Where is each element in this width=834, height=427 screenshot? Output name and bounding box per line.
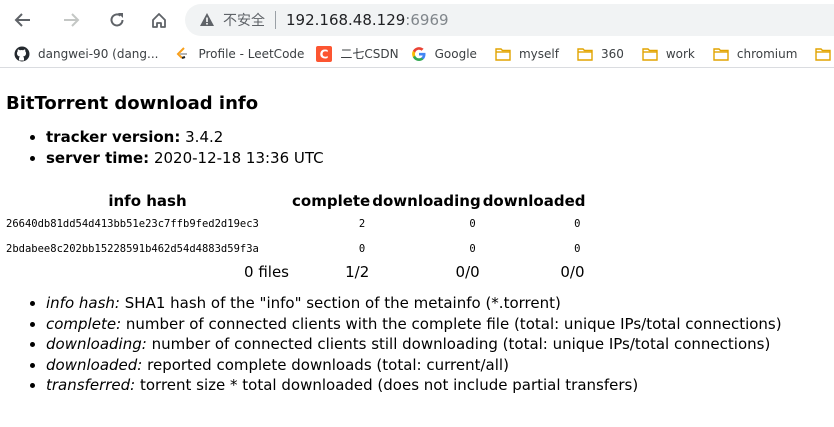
reload-button[interactable] <box>97 0 137 40</box>
folder-icon <box>577 46 593 62</box>
total-downloading-cell: 0/0 <box>455 263 480 281</box>
address-bar[interactable]: 不安全 192.168.48.129:6969 <box>185 4 834 36</box>
folder-icon <box>642 46 658 62</box>
legend-desc: number of connected clients still downlo… <box>151 335 771 353</box>
bookmark-label: work <box>665 46 695 61</box>
torrent-table: info hash complete downloading downloade… <box>4 190 586 283</box>
warning-icon <box>199 12 215 28</box>
bookmark-leetcode[interactable]: Profile - LeetCode <box>168 42 310 66</box>
github-icon <box>14 46 30 62</box>
bookmark-label: myself <box>518 46 559 61</box>
legend-desc: SHA1 hash of the "info" section of the m… <box>124 294 561 312</box>
bookmark-google[interactable]: Google <box>405 42 483 66</box>
legend-term: complete: <box>46 314 122 333</box>
column-header-downloaded: downloaded <box>482 191 586 210</box>
bookmark-label: 二七CSDN <box>340 47 399 61</box>
reload-icon <box>110 13 124 27</box>
server-time-item: server time: 2020-12-18 13:36 UTC <box>46 148 834 169</box>
legend-term: downloaded: <box>46 355 143 374</box>
bookmark-label: 360 <box>600 46 624 61</box>
complete-cell: 2 <box>358 217 366 230</box>
column-header-info-hash: info hash <box>108 191 187 210</box>
address-separator <box>275 11 276 29</box>
folder-icon <box>713 46 729 62</box>
forward-button[interactable] <box>51 0 91 40</box>
home-button[interactable] <box>139 0 179 40</box>
folder-icon <box>815 46 832 62</box>
downloading-cell: 0 <box>469 242 476 255</box>
downloading-cell: 0 <box>469 217 476 230</box>
info-label: server time: <box>46 149 150 167</box>
arrow-right-icon <box>64 13 80 27</box>
legend-term: downloading: <box>46 335 147 353</box>
bookmarks-bar: dangwei-90 (dang... Profile - LeetCode C… <box>0 40 834 68</box>
tracker-info-list: tracker version: 3.4.2 server time: 2020… <box>6 127 834 169</box>
totals-row: 0 files 1/2 0/0 0/0 <box>4 261 586 283</box>
table-header-row: info hash complete downloading downloade… <box>4 190 586 211</box>
legend-item: downloaded: reported complete downloads … <box>46 355 834 376</box>
bookmark-label: dangwei-90 (dang... <box>38 46 159 61</box>
bookmark-folder-work[interactable]: work <box>636 42 701 66</box>
legend-desc: torrent size * total downloaded (does no… <box>140 376 639 394</box>
tracker-version-item: tracker version: 3.4.2 <box>46 127 834 148</box>
legend-desc: reported complete downloads (total: curr… <box>147 355 509 374</box>
complete-cell: 0 <box>358 242 366 255</box>
page-content: BitTorrent download info tracker version… <box>0 93 834 396</box>
downloaded-cell: 0 <box>574 242 581 255</box>
bookmark-folder-bt[interactable]: BT <box>809 42 834 66</box>
bookmark-folder-myself[interactable]: myself <box>489 42 565 66</box>
back-button[interactable] <box>3 0 43 40</box>
legend-list: info hash: SHA1 hash of the "info" secti… <box>6 293 834 396</box>
bookmark-github[interactable]: dangwei-90 (dang... <box>8 42 164 66</box>
legend-item: downloading: number of connected clients… <box>46 334 834 355</box>
leetcode-icon <box>174 46 190 62</box>
legend-item: info hash: SHA1 hash of the "info" secti… <box>46 293 834 314</box>
home-icon <box>152 13 166 28</box>
folder-icon <box>495 46 511 62</box>
legend-item: complete: number of connected clients wi… <box>46 314 834 335</box>
info-value: 3.4.2 <box>185 128 224 146</box>
column-header-complete: complete <box>292 191 371 210</box>
total-files-cell: 0 files <box>244 263 289 281</box>
browser-toolbar: 不安全 192.168.48.129:6969 <box>0 0 834 40</box>
google-icon <box>411 46 427 62</box>
column-header-downloading: downloading <box>372 191 481 210</box>
bookmark-folder-360[interactable]: 360 <box>571 42 630 66</box>
csdn-icon: C <box>316 45 333 62</box>
bookmark-folder-chromium[interactable]: chromium <box>707 42 804 66</box>
bookmark-label: chromium <box>736 46 798 61</box>
legend-term: transferred: <box>46 376 136 394</box>
page-title: BitTorrent download info <box>6 93 259 114</box>
table-row: 2bdabee8c202bb15228591b462d54d4883d59f3a… <box>4 236 586 261</box>
legend-item: transferred: torrent size * total downlo… <box>46 375 834 396</box>
info-hash-cell: 26640db81dd54d413bb51e23c7ffb9fed2d19ec3 <box>6 217 259 230</box>
url-host: 192.168.48.129 <box>286 11 406 29</box>
total-complete-cell: 1/2 <box>345 263 370 281</box>
legend-desc: number of connected clients with the com… <box>125 314 782 333</box>
url-port: :6969 <box>405 11 449 29</box>
security-label[interactable]: 不安全 <box>223 10 265 30</box>
table-row: 26640db81dd54d413bb51e23c7ffb9fed2d19ec3… <box>4 211 586 236</box>
svg-text:C: C <box>320 47 329 61</box>
total-downloaded-cell: 0/0 <box>560 263 585 281</box>
info-label: tracker version: <box>46 128 181 146</box>
info-hash-cell: 2bdabee8c202bb15228591b462d54d4883d59f3a <box>6 242 259 255</box>
downloaded-cell: 0 <box>574 217 581 230</box>
bookmark-csdn[interactable]: C 二七CSDN <box>310 42 404 66</box>
arrow-left-icon <box>14 13 30 27</box>
bookmark-label: Google <box>434 46 477 61</box>
info-value: 2020-12-18 13:36 UTC <box>153 149 324 167</box>
legend-term: info hash: <box>46 294 120 312</box>
bookmark-label: Profile - LeetCode <box>198 46 305 61</box>
